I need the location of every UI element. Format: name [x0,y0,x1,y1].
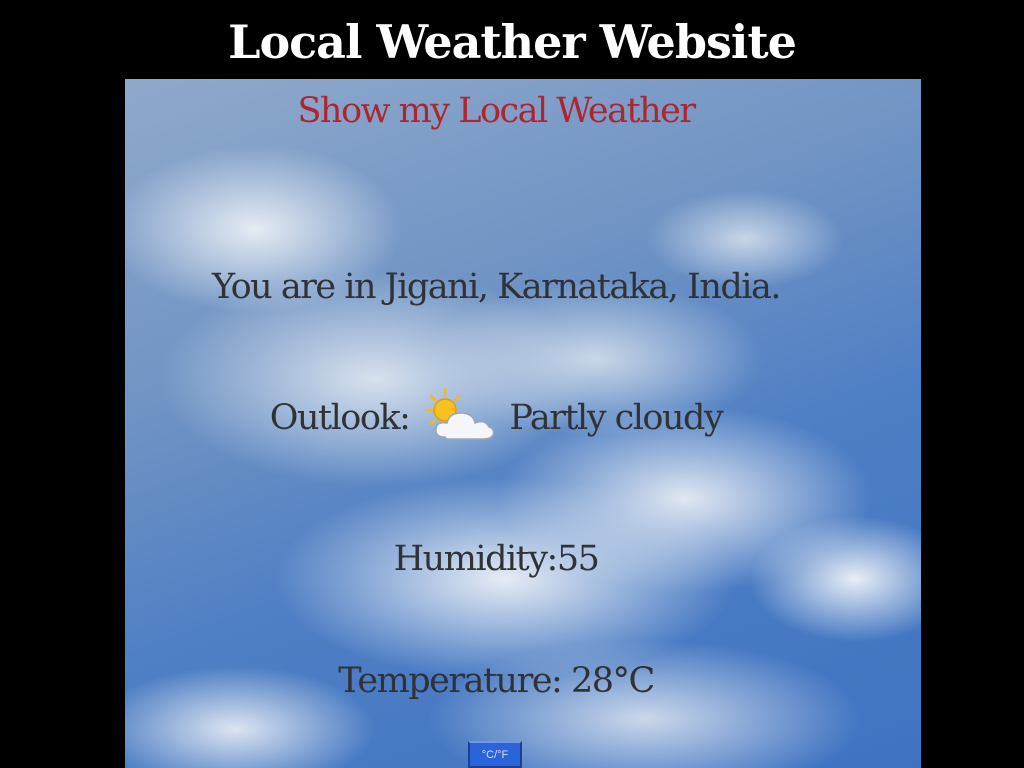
temperature-text: Temperature: 28°C [338,661,655,701]
partly-cloudy-icon [423,387,503,443]
show-local-weather-heading: Show my Local Weather [297,91,696,131]
weather-panel: Show my Local Weather You are in Jigani,… [125,79,921,768]
outlook-value: Partly cloudy [509,398,723,438]
outlook-label: Outlook: [269,398,411,438]
page-title: Local Weather Website [228,15,797,69]
outlook-row: Outlook: Partly cloudy [125,387,867,443]
humidity-text: Humidity:55 [393,539,600,579]
unit-toggle-button[interactable]: °C/°F [468,741,522,768]
location-text: You are in Jigani, Karnataka, India. [212,267,781,307]
